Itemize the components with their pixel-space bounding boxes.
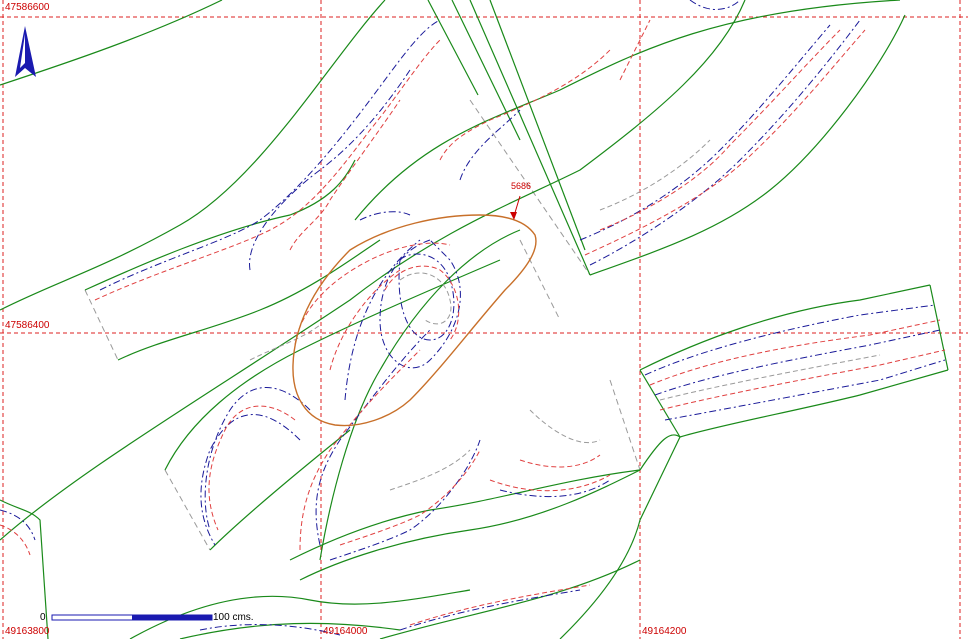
boundary-road-2 xyxy=(0,0,746,541)
highlighted-parcel[interactable] xyxy=(292,214,537,427)
grid-label-y-mid: 47586400 xyxy=(5,320,50,331)
boundary-right-field-end xyxy=(929,284,949,371)
contours-red xyxy=(0,19,946,626)
boundary-lower-1 xyxy=(289,469,641,561)
grid-label-x-left: 49163800 xyxy=(5,626,50,637)
contours-blue xyxy=(0,0,946,636)
boundary-strip-right xyxy=(469,0,591,276)
boundary-center-1 xyxy=(164,259,501,471)
point-marker xyxy=(510,195,521,220)
boundary-center-2 xyxy=(209,429,351,551)
grid-label-x-mid: 49164000 xyxy=(323,626,368,637)
boundary-right-field-bottom xyxy=(679,369,949,438)
boundary-center-3 xyxy=(319,229,521,561)
boundary-right-field-top xyxy=(639,284,931,371)
boundary-road-1 xyxy=(0,0,386,311)
grid-lines xyxy=(0,0,968,639)
boundary-right-connector xyxy=(639,434,681,471)
scale-bar-end-value: 100 xyxy=(213,612,230,623)
boundary-field-a xyxy=(84,159,356,291)
boundary-lower-right xyxy=(559,436,681,639)
boundary-right-field-start xyxy=(639,369,681,438)
grid-label-x-right: 49164200 xyxy=(642,626,687,637)
scale-bar xyxy=(51,614,213,621)
scale-bar-end-label: 100 cms. xyxy=(213,612,254,623)
point-label: 5686 xyxy=(511,181,532,191)
scale-bar-unit: cms. xyxy=(232,612,254,623)
boundary-bottom-right xyxy=(379,559,641,639)
scale-bar-start-label: 0 xyxy=(40,612,46,623)
boundary-lower-2 xyxy=(299,469,641,581)
field-edges xyxy=(84,99,641,551)
boundary-lines xyxy=(0,0,949,639)
boundary-strip-left xyxy=(427,0,479,96)
boundary-upper-field xyxy=(354,0,901,221)
north-arrow-icon xyxy=(15,26,36,77)
grid-label-y-top: 47586600 xyxy=(5,2,50,13)
map-canvas[interactable] xyxy=(0,0,968,639)
